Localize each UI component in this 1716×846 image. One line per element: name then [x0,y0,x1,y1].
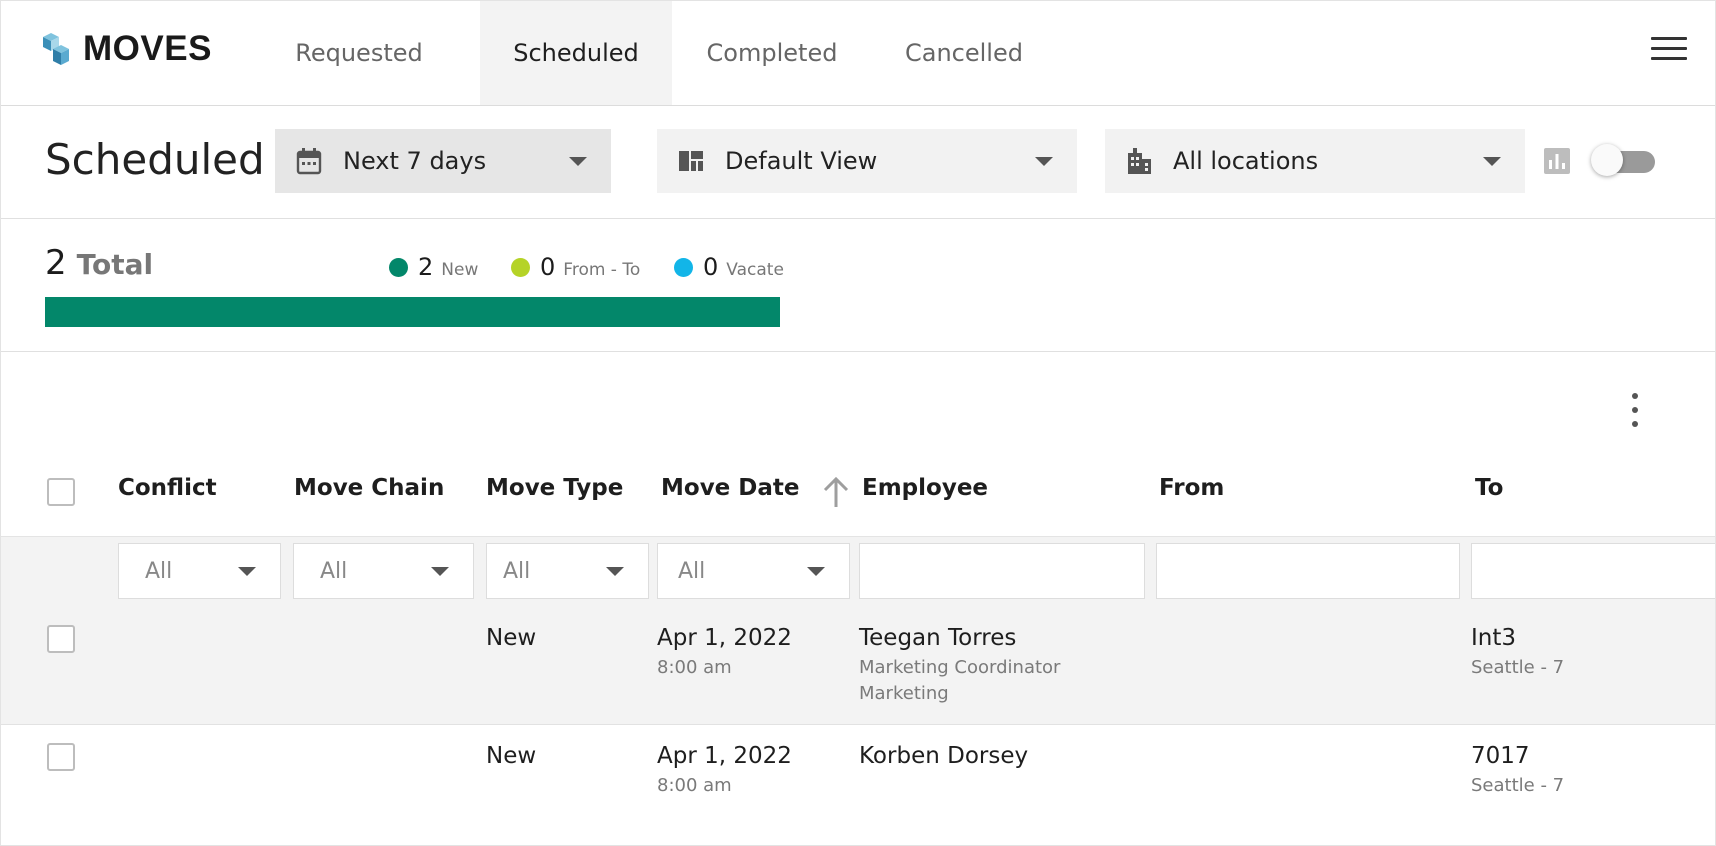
legend-count: 2 [418,253,434,281]
legend-dot-new [389,257,408,277]
brand-logo[interactable]: MOVES [41,29,212,69]
employee-department-cell: Marketing [859,683,949,704]
chevron-down-icon [431,566,449,576]
column-header-move-date[interactable]: Move Date [661,475,800,501]
building-icon [1125,147,1153,175]
conflict-filter-select[interactable]: All [118,543,281,599]
move-type-cell: New [486,625,537,651]
bar-chart-icon[interactable] [1543,147,1571,175]
filter-bar: Scheduled Next 7 days Default View All l… [1,105,1715,219]
top-navigation: MOVES Requested Scheduled Completed Canc… [1,1,1715,106]
move-type-filter-select[interactable]: All [486,543,649,599]
filter-value: All [678,558,706,584]
column-header-from[interactable]: From [1159,475,1224,501]
employee-name-cell[interactable]: Korben Dorsey [859,743,1028,769]
tab-scheduled[interactable]: Scheduled [480,1,672,105]
location-value: All locations [1173,147,1319,175]
legend-label: Vacate [726,260,784,280]
move-date-filter-select[interactable]: All [657,543,850,599]
app-window: MOVES Requested Scheduled Completed Canc… [0,0,1716,846]
cube-logo-icon [43,33,69,65]
employee-name-cell[interactable]: Teegan Torres [859,625,1016,651]
move-time-cell: 8:00 am [657,657,732,678]
chevron-down-icon [1483,156,1501,166]
date-range-value: Next 7 days [343,147,487,175]
to-location-cell: Int3 [1471,625,1517,651]
chart-toggle-switch[interactable] [1591,144,1655,176]
to-location-cell: 7017 [1471,743,1530,769]
more-options-icon[interactable] [1623,393,1647,427]
from-filter-input[interactable] [1156,543,1460,599]
move-date-cell: Apr 1, 2022 [657,625,792,651]
brand-name: MOVES [83,29,212,68]
table-row[interactable]: New Apr 1, 2022 8:00 am Teegan Torres Ma… [1,607,1715,725]
to-location-sub-cell: Seattle - 7 [1471,775,1565,796]
row-checkbox[interactable] [47,743,75,771]
chevron-down-icon [569,156,587,166]
chevron-down-icon [807,566,825,576]
legend-dot-vacate [674,257,693,277]
legend-count: 0 [703,253,719,281]
chevron-down-icon [238,566,256,576]
to-filter-input[interactable] [1471,543,1715,599]
column-header-employee[interactable]: Employee [862,475,988,501]
legend-label: From - To [563,260,641,280]
filter-value: All [503,558,531,584]
sort-ascending-arrow-icon[interactable] [821,475,851,509]
location-dropdown[interactable]: All locations [1105,129,1525,193]
tab-cancelled[interactable]: Cancelled [872,1,1056,105]
table-row[interactable]: New Apr 1, 2022 8:00 am Korben Dorsey 70… [1,725,1715,845]
filter-value: All [145,558,173,584]
total-label: Total [76,248,154,281]
move-chain-filter-select[interactable]: All [293,543,474,599]
hamburger-menu-icon[interactable] [1651,37,1687,65]
legend-label: New [441,260,479,280]
date-range-dropdown[interactable]: Next 7 days [275,129,611,193]
progress-fill-new [45,297,780,327]
legend-new: 2 New [389,253,478,281]
to-location-sub-cell: Seattle - 7 [1471,657,1565,678]
move-type-cell: New [486,743,537,769]
filter-value: All [320,558,348,584]
column-header-move-chain[interactable]: Move Chain [294,475,444,501]
column-header-to[interactable]: To [1475,475,1503,501]
move-type-progress-bar [45,297,780,327]
employee-title-cell: Marketing Coordinator [859,657,1061,678]
tab-requested[interactable]: Requested [261,1,457,105]
row-checkbox[interactable] [47,625,75,653]
chevron-down-icon [1035,156,1053,166]
legend-count: 0 [540,253,556,281]
total-number: 2 [45,243,67,283]
view-value: Default View [725,147,878,175]
summary-section: 2 Total 2 New 0 From - To 0 Vacate [1,219,1715,352]
legend-dot-from-to [511,257,530,277]
legend-from-to: 0 From - To [511,253,640,281]
legend-vacate: 0 Vacate [674,253,784,281]
page-title: Scheduled [45,135,265,184]
column-header-conflict[interactable]: Conflict [118,475,217,501]
total-count: 2 Total [45,243,153,283]
tab-completed[interactable]: Completed [672,1,872,105]
move-date-cell: Apr 1, 2022 [657,743,792,769]
move-time-cell: 8:00 am [657,775,732,796]
view-dropdown[interactable]: Default View [657,129,1077,193]
calendar-icon [295,147,323,175]
column-header-move-type[interactable]: Move Type [486,475,623,501]
dashboard-view-icon [677,147,705,175]
employee-filter-input[interactable] [859,543,1145,599]
select-all-checkbox[interactable] [47,478,75,506]
chevron-down-icon [606,566,624,576]
